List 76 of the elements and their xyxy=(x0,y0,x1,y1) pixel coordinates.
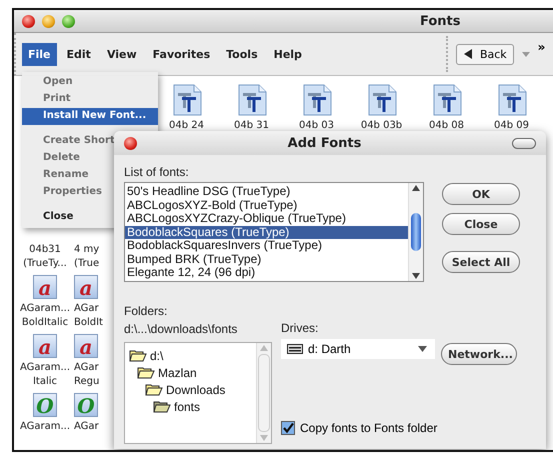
folder-item[interactable]: fonts xyxy=(125,398,256,415)
checkbox-label: Copy fonts to Fonts folder xyxy=(300,421,438,435)
font-file-label: 04b 03 xyxy=(299,120,334,131)
font-list-item[interactable]: ABCLogosXYZ-Bold (TrueType) xyxy=(125,198,408,212)
font-list-item[interactable]: BodoblackSquares (TrueType) xyxy=(125,226,408,239)
font-file-icon[interactable]: a xyxy=(33,275,57,299)
font-file-label: AGaram... xyxy=(20,361,70,375)
dialog-title: Add Fonts xyxy=(286,136,362,150)
font-file-icon[interactable] xyxy=(496,84,526,116)
scroll-bar[interactable] xyxy=(256,343,271,443)
font-file-label: 4 my xyxy=(74,243,100,257)
menu-item[interactable]: Edit xyxy=(60,42,97,66)
font-list-item[interactable]: Elegante 12, 24 (96 dpi) xyxy=(125,266,408,280)
back-button[interactable]: Back xyxy=(456,44,514,64)
dropdown-arrow-icon xyxy=(418,346,427,352)
back-arrow-icon xyxy=(462,49,475,59)
font-file-label: AGar xyxy=(74,420,99,434)
folders-label: Folders: xyxy=(124,304,168,318)
font-file-label: 04b 03b xyxy=(360,120,402,131)
folder-icon xyxy=(153,400,171,413)
menu-item[interactable]: Tools xyxy=(220,42,264,66)
font-file-label: (True xyxy=(74,257,100,271)
dialog-button[interactable]: OK xyxy=(442,183,520,205)
font-file-label: Italic xyxy=(32,375,58,389)
folder-icon xyxy=(129,349,147,362)
drive-select[interactable]: d: Darth xyxy=(281,339,435,359)
font-file-label: Regu xyxy=(74,375,100,389)
menu-item[interactable]: Favorites xyxy=(146,42,216,66)
menu-item[interactable]: Help xyxy=(268,42,308,66)
copy-fonts-checkbox[interactable] xyxy=(281,421,295,435)
folder-path: d:\...\downloads\fonts xyxy=(124,322,238,336)
font-file-label: 04b31 xyxy=(29,243,61,257)
font-file-icon[interactable] xyxy=(236,84,266,116)
font-file-icon[interactable] xyxy=(432,84,462,116)
menu-item[interactable]: File xyxy=(22,42,57,66)
folder-icon xyxy=(145,383,163,396)
font-file-label: AGar xyxy=(74,302,99,316)
close-button[interactable] xyxy=(124,136,137,150)
drives-label: Drives: xyxy=(281,321,320,335)
font-file-label: 04b 09 xyxy=(494,120,529,131)
toolbar-toggle-button[interactable] xyxy=(512,138,536,148)
font-list-item[interactable]: Bumped BRK (TrueType) xyxy=(125,252,408,266)
dialog-button[interactable]: Close xyxy=(442,213,520,235)
zoom-button[interactable] xyxy=(62,14,75,28)
network-button[interactable]: Network... xyxy=(441,343,517,365)
menu-item[interactable]: Install New Font... xyxy=(22,108,158,125)
font-file-label: 04b 08 xyxy=(429,120,464,131)
font-file-icon[interactable]: a xyxy=(74,334,98,358)
dialog-button[interactable]: Select All xyxy=(442,251,520,273)
font-file-label: AGaram... xyxy=(20,420,70,434)
close-button[interactable] xyxy=(22,14,35,28)
font-file-icon[interactable] xyxy=(302,84,332,116)
folder-item[interactable]: Mazlan xyxy=(125,364,256,381)
font-file-icon[interactable] xyxy=(172,84,202,116)
folder-item[interactable]: Downloads xyxy=(125,381,256,398)
font-file-label: 04b 24 xyxy=(169,120,204,131)
font-file-label: BoldItalic xyxy=(22,316,68,330)
font-file-icon[interactable]: a xyxy=(33,334,57,358)
font-file-icon[interactable]: a xyxy=(74,275,98,299)
drive-icon xyxy=(287,344,303,354)
folder-icon xyxy=(137,366,155,379)
font-file-label: (TrueTy... xyxy=(23,257,67,271)
font-list-item[interactable]: BodoblackSquaresInvers (TrueType) xyxy=(125,239,408,252)
font-file-label: AGar xyxy=(74,361,99,375)
font-file-icon[interactable] xyxy=(366,84,396,116)
font-list-item[interactable]: 50's Headline DSG (TrueType) xyxy=(125,185,408,198)
scroll-bar[interactable] xyxy=(408,183,423,281)
list-label: List of fonts: xyxy=(124,165,190,179)
font-list-item[interactable]: ABCLogosXYZCrazy-Oblique (TrueType) xyxy=(125,212,408,226)
more-button[interactable]: » xyxy=(538,40,546,54)
folder-item[interactable]: d:\ xyxy=(125,347,256,364)
font-file-label: AGaram... xyxy=(20,302,70,316)
font-file-label: 04b 31 xyxy=(234,120,269,131)
font-file-label: BoldIt xyxy=(74,316,103,330)
window-title: Fonts xyxy=(420,14,460,28)
menu-item[interactable]: View xyxy=(100,42,143,66)
